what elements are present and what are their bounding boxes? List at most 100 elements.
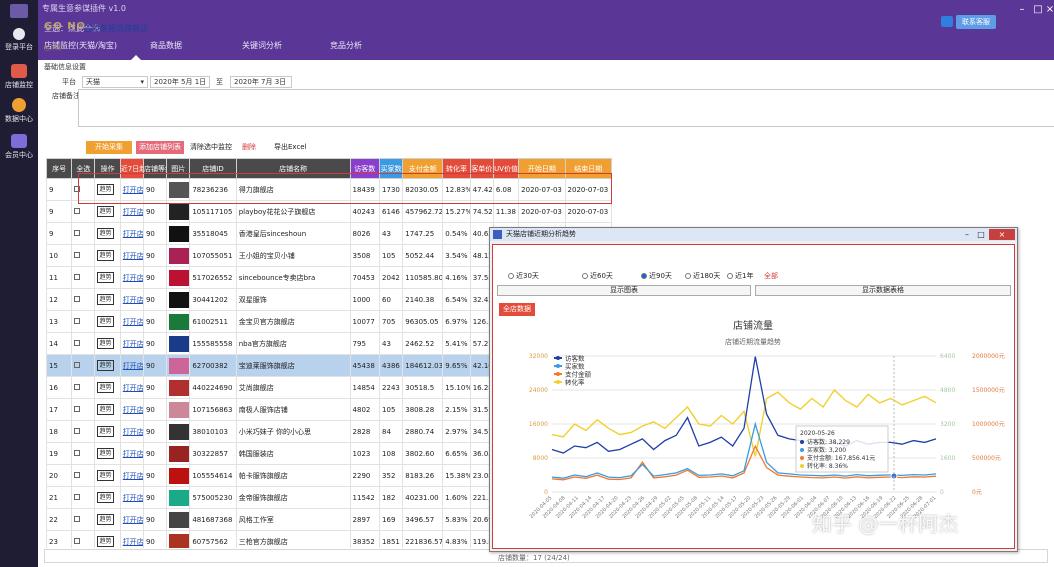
column-header[interactable]: 客单价 xyxy=(469,158,494,179)
link-cell[interactable]: 打开店铺 xyxy=(119,464,144,487)
checkbox-cell[interactable] xyxy=(71,266,96,289)
link-cell[interactable]: 打开店铺 xyxy=(119,420,144,443)
checkbox-cell[interactable] xyxy=(71,354,96,377)
open-shop-link[interactable]: 打开店铺 xyxy=(123,516,143,524)
row-checkbox[interactable] xyxy=(74,405,81,412)
tab-product-data[interactable]: 商品数据 xyxy=(150,40,182,51)
column-header[interactable]: 买家数 xyxy=(379,158,404,179)
column-header[interactable]: 开始日期 xyxy=(518,158,566,179)
column-header[interactable]: 结束日期 xyxy=(564,158,612,179)
link-cell[interactable]: 打开店铺 xyxy=(119,200,144,223)
row-checkbox[interactable] xyxy=(74,471,81,478)
start-collect-button[interactable]: 开始采集 xyxy=(86,141,132,154)
column-header[interactable]: 店铺ID xyxy=(189,158,237,179)
checkbox-cell[interactable] xyxy=(71,376,96,399)
range-radio[interactable]: 近30天 xyxy=(508,271,539,281)
close-icon[interactable]: × xyxy=(1044,4,1054,16)
range-radio[interactable]: 近60天 xyxy=(582,271,613,281)
window-maximize-icon[interactable]: □ xyxy=(974,229,988,240)
delete-button[interactable]: 删除 xyxy=(242,141,256,154)
open-shop-link[interactable]: 打开店铺 xyxy=(123,450,143,458)
row-checkbox[interactable] xyxy=(74,515,81,522)
open-shop-link[interactable]: 打开店铺 xyxy=(123,318,143,326)
link-cell[interactable]: 打开店铺 xyxy=(119,354,144,377)
open-shop-link[interactable]: 打开店铺 xyxy=(123,340,143,348)
link-cell[interactable]: 打开店铺 xyxy=(119,244,144,267)
show-table-button[interactable]: 显示数据表格 xyxy=(755,285,1011,296)
trend-button[interactable]: 趋势 xyxy=(97,514,114,525)
row-checkbox[interactable] xyxy=(74,383,81,390)
column-header[interactable]: 店铺名称 xyxy=(235,158,351,179)
row-checkbox[interactable] xyxy=(74,361,81,368)
checkbox-cell[interactable] xyxy=(71,486,96,509)
open-shop-link[interactable]: 打开店铺 xyxy=(123,384,143,392)
trend-button[interactable]: 趋势 xyxy=(97,316,114,327)
checkbox-cell[interactable] xyxy=(71,200,96,223)
export-excel-button[interactable]: 导出Excel xyxy=(274,141,307,154)
open-shop-link[interactable]: 打开店铺 xyxy=(123,362,143,370)
link-cell[interactable]: 打开店铺 xyxy=(119,266,144,289)
link-cell[interactable]: 打开店铺 xyxy=(119,486,144,509)
add-shop-list-button[interactable]: 添加店铺列表 xyxy=(136,141,184,154)
open-shop-link[interactable]: 打开店铺 xyxy=(123,186,143,194)
all-store-data-tag[interactable]: 全店数据 xyxy=(499,303,535,316)
action-cell[interactable]: 趋势 xyxy=(94,178,121,201)
contact-service-button[interactable]: 联系客服 xyxy=(956,15,996,29)
trend-button[interactable]: 趋势 xyxy=(97,448,114,459)
action-cell[interactable]: 趋势 xyxy=(94,310,121,333)
column-header[interactable]: 支付金额 xyxy=(402,158,444,179)
row-checkbox[interactable] xyxy=(74,493,81,500)
action-cell[interactable]: 趋势 xyxy=(94,464,121,487)
link-cell[interactable]: 打开店铺 xyxy=(119,442,144,465)
link-cell[interactable]: 打开店铺 xyxy=(119,530,144,548)
row-checkbox[interactable] xyxy=(74,317,81,324)
open-shop-link[interactable]: 打开店铺 xyxy=(123,274,143,282)
checkbox-cell[interactable] xyxy=(71,310,96,333)
trend-button[interactable]: 趋势 xyxy=(97,470,114,481)
nav-login[interactable]: 登录平台 xyxy=(0,28,38,52)
trend-button[interactable]: 趋势 xyxy=(97,536,114,547)
action-cell[interactable]: 趋势 xyxy=(94,376,121,399)
trend-button[interactable]: 趋势 xyxy=(97,404,114,415)
link-cell[interactable]: 打开店铺 xyxy=(119,398,144,421)
action-cell[interactable]: 趋势 xyxy=(94,266,121,289)
column-header[interactable]: 序号 xyxy=(46,158,73,179)
link-cell[interactable]: 打开店铺 xyxy=(119,508,144,531)
show-chart-button[interactable]: 显示图表 xyxy=(497,285,751,296)
trend-button[interactable]: 趋势 xyxy=(97,250,114,261)
row-checkbox[interactable] xyxy=(74,339,81,346)
column-header[interactable]: 全选 xyxy=(71,158,96,179)
action-cell[interactable]: 趋势 xyxy=(94,200,121,223)
trend-button[interactable]: 趋势 xyxy=(97,184,114,195)
trend-button[interactable]: 趋势 xyxy=(97,206,114,217)
checkbox-cell[interactable] xyxy=(71,530,96,548)
checkbox-cell[interactable] xyxy=(71,398,96,421)
link-cell[interactable]: 打开店铺 xyxy=(119,310,144,333)
link-cell[interactable]: 打开店铺 xyxy=(119,288,144,311)
action-cell[interactable]: 趋势 xyxy=(94,288,121,311)
open-shop-link[interactable]: 打开店铺 xyxy=(123,494,143,502)
row-checkbox[interactable] xyxy=(74,449,81,456)
action-cell[interactable]: 趋势 xyxy=(94,398,121,421)
column-header[interactable]: UV价值 xyxy=(492,158,520,179)
window-close-icon[interactable]: × xyxy=(989,229,1015,240)
link-cell[interactable]: 打开店铺 xyxy=(119,376,144,399)
nav-data-center[interactable]: 数据中心 xyxy=(0,98,38,124)
action-cell[interactable]: 趋势 xyxy=(94,354,121,377)
checkbox-cell[interactable] xyxy=(71,332,96,355)
open-shop-link[interactable]: 打开店铺 xyxy=(123,538,143,546)
row-checkbox[interactable] xyxy=(74,427,81,434)
range-radio[interactable]: 近90天 xyxy=(641,271,672,281)
link-cell[interactable]: 打开店铺 xyxy=(119,222,144,245)
column-header[interactable]: 转化率 xyxy=(442,158,471,179)
table-row[interactable]: 9 趋势 打开店铺90 78236236得力旗舰店18439173082030.051… xyxy=(46,178,612,201)
checkbox-cell[interactable] xyxy=(71,464,96,487)
column-header[interactable]: 访客数 xyxy=(349,158,381,179)
action-cell[interactable]: 趋势 xyxy=(94,530,121,548)
checkbox-cell[interactable] xyxy=(71,420,96,443)
open-shop-link[interactable]: 打开店铺 xyxy=(123,252,143,260)
maximize-icon[interactable]: □ xyxy=(1032,4,1044,16)
trend-button[interactable]: 趋势 xyxy=(97,228,114,239)
link-cell[interactable]: 打开店铺 xyxy=(119,332,144,355)
date-from-picker[interactable]: 2020年 5月 1日 xyxy=(150,76,210,88)
